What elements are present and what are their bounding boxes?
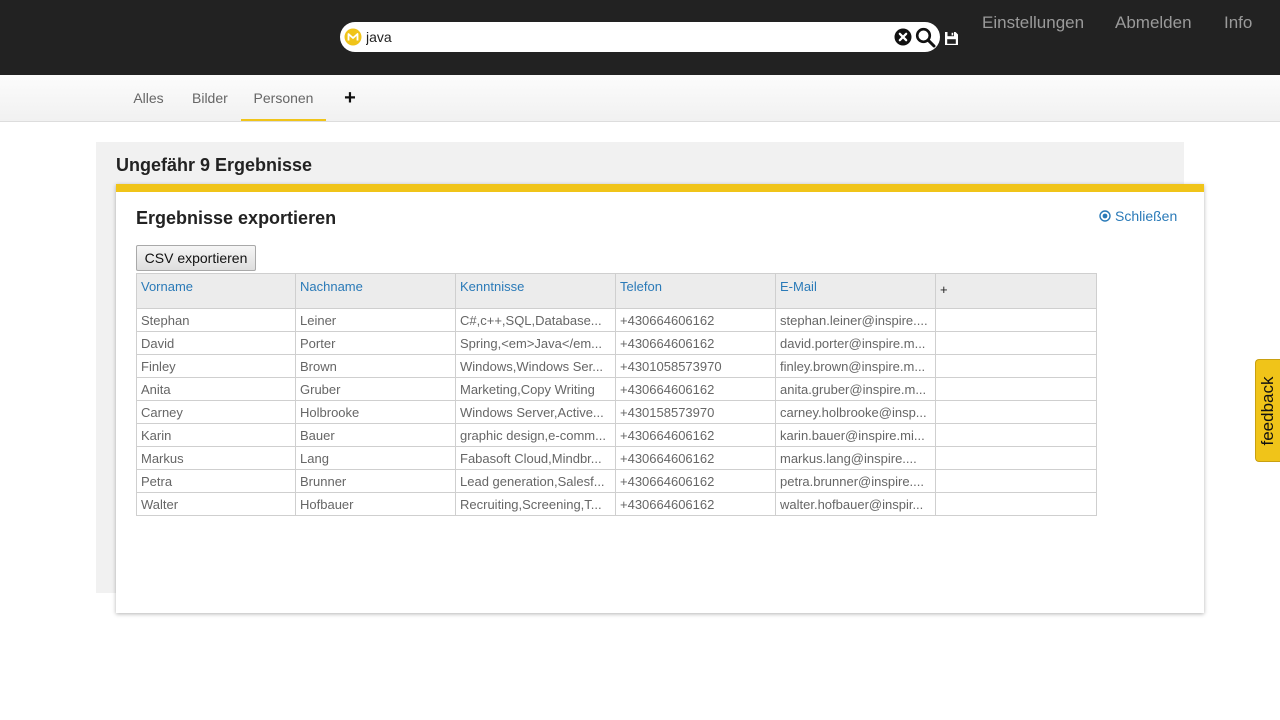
table-cell: Holbrooke <box>295 400 456 424</box>
table-cell: stephan.leiner@inspire.... <box>775 308 936 332</box>
table-cell: david.porter@inspire.m... <box>775 331 936 355</box>
info-link[interactable]: Info <box>1224 13 1252 33</box>
table-row: Anita Gruber Marketing,Copy Writing +430664… <box>136 377 1097 401</box>
table-cell: petra.brunner@inspire.... <box>775 469 936 493</box>
table-cell: Walter <box>136 492 296 516</box>
csv-export-button[interactable]: CSV exportieren <box>136 245 256 271</box>
tab-all[interactable]: Alles <box>133 75 164 119</box>
table-row: Stephan Leiner C#,c++,SQL,Database... +4306… <box>136 308 1097 332</box>
table-cell: +430664606162 <box>615 446 776 470</box>
table-cell: +430664606162 <box>615 469 776 493</box>
table-cell: Markus <box>136 446 296 470</box>
table-cell: Hofbauer <box>295 492 456 516</box>
tab-images[interactable]: Bilder <box>192 75 228 119</box>
app-logo-icon <box>344 28 362 46</box>
table-cell: +430664606162 <box>615 308 776 332</box>
results-count: Ungefähr 9 Ergebnisse <box>116 155 313 175</box>
export-dialog: Ergebnisse exportieren Schließen CSV exp… <box>116 184 1204 613</box>
table-cell: Marketing,Copy Writing <box>455 377 616 401</box>
table-cell: graphic design,e-comm... <box>455 423 616 447</box>
table-row: Carney Holbrooke Windows Server,Active... +… <box>136 400 1097 424</box>
table-cell: Windows Server,Active... <box>455 400 616 424</box>
table-cell <box>935 423 1097 447</box>
table-cell: finley.brown@inspire.m... <box>775 354 936 378</box>
add-column-button[interactable]: + <box>935 273 1097 309</box>
search-box <box>340 22 940 52</box>
table-cell: +430664606162 <box>615 377 776 401</box>
clear-search-icon[interactable] <box>894 28 912 46</box>
table-cell: Brunner <box>295 469 456 493</box>
table-body: Stephan Leiner C#,c++,SQL,Database... +4306… <box>136 308 1097 516</box>
column-header-last-name[interactable]: Nachname <box>295 273 456 309</box>
table-cell: Carney <box>136 400 296 424</box>
table-cell: Lang <box>295 446 456 470</box>
table-cell: markus.lang@inspire.... <box>775 446 936 470</box>
table-header-row: Vorname Nachname Kenntnisse Telefon E-Ma… <box>136 273 1097 309</box>
table-cell: karin.bauer@inspire.mi... <box>775 423 936 447</box>
save-search-icon[interactable] <box>944 31 959 46</box>
table-cell: Brown <box>295 354 456 378</box>
table-row: Walter Hofbauer Recruiting,Screening,T... +… <box>136 492 1097 516</box>
table-cell: Spring,<em>Java</em... <box>455 331 616 355</box>
table-cell: David <box>136 331 296 355</box>
settings-link[interactable]: Einstellungen <box>982 13 1084 33</box>
table-cell: +4301058573970 <box>615 354 776 378</box>
close-button[interactable]: Schließen <box>1099 208 1177 224</box>
column-header-phone[interactable]: Telefon <box>615 273 776 309</box>
table-cell: anita.gruber@inspire.m... <box>775 377 936 401</box>
table-cell: C#,c++,SQL,Database... <box>455 308 616 332</box>
table-cell: Gruber <box>295 377 456 401</box>
table-cell: Stephan <box>136 308 296 332</box>
feedback-label: feedback <box>1258 376 1277 445</box>
table-cell: Leiner <box>295 308 456 332</box>
table-row: Finley Brown Windows,Windows Ser... +430105… <box>136 354 1097 378</box>
table-cell: Recruiting,Screening,T... <box>455 492 616 516</box>
table-cell: carney.holbrooke@insp... <box>775 400 936 424</box>
table-cell: Porter <box>295 331 456 355</box>
table-row: David Porter Spring,<em>Java</em... +430664… <box>136 331 1097 355</box>
table-cell <box>935 331 1097 355</box>
table-cell: Petra <box>136 469 296 493</box>
table-cell: walter.hofbauer@inspir... <box>775 492 936 516</box>
logout-link[interactable]: Abmelden <box>1115 13 1192 33</box>
table-cell: Windows,Windows Ser... <box>455 354 616 378</box>
feedback-button[interactable]: feedback <box>1255 359 1280 462</box>
table-cell: Lead generation,Salesf... <box>455 469 616 493</box>
dialog-title: Ergebnisse exportieren <box>136 208 337 228</box>
close-label: Schließen <box>1115 208 1178 224</box>
table-cell: Anita <box>136 377 296 401</box>
table-row: Petra Brunner Lead generation,Salesf... +43… <box>136 469 1097 493</box>
table-cell: +430158573970 <box>615 400 776 424</box>
table-cell <box>935 354 1097 378</box>
table-row: Markus Lang Fabasoft Cloud,Mindbr... +43066… <box>136 446 1097 470</box>
table-cell: +430664606162 <box>615 423 776 447</box>
column-header-skills[interactable]: Kenntnisse <box>455 273 616 309</box>
table-cell <box>935 400 1097 424</box>
table-cell: Karin <box>136 423 296 447</box>
table-cell: Bauer <box>295 423 456 447</box>
top-bar: Einstellungen Abmelden Info <box>0 0 1280 75</box>
category-tabs: Alles Bilder Personen + <box>0 75 1280 122</box>
table-cell: Fabasoft Cloud,Mindbr... <box>455 446 616 470</box>
table-cell: Finley <box>136 354 296 378</box>
close-circle-icon <box>1099 210 1111 222</box>
table-cell: +430664606162 <box>615 492 776 516</box>
table-row: Karin Bauer graphic design,e-comm... +43066… <box>136 423 1097 447</box>
table-cell <box>935 469 1097 493</box>
search-icon[interactable] <box>915 27 936 48</box>
tab-people[interactable]: Personen <box>241 75 326 121</box>
column-header-first-name[interactable]: Vorname <box>136 273 296 309</box>
table-cell: +430664606162 <box>615 331 776 355</box>
export-table: Vorname Nachname Kenntnisse Telefon E-Ma… <box>136 273 1097 516</box>
table-cell <box>935 377 1097 401</box>
add-tab-button[interactable]: + <box>340 75 360 119</box>
table-cell <box>935 308 1097 332</box>
column-header-email[interactable]: E-Mail <box>775 273 936 309</box>
table-cell <box>935 492 1097 516</box>
search-input[interactable] <box>366 26 886 48</box>
table-cell <box>935 446 1097 470</box>
